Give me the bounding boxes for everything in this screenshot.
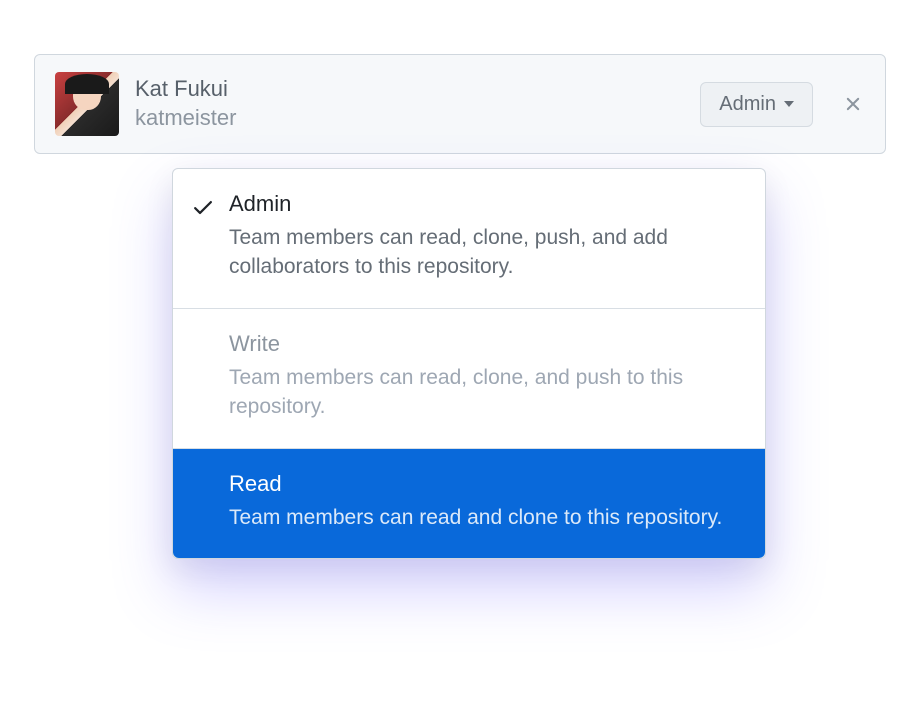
user-info: Kat Fukui katmeister <box>135 75 700 132</box>
dropdown-option-title: Read <box>229 471 739 497</box>
chevron-down-icon <box>784 101 794 107</box>
dropdown-option-admin[interactable]: Admin Team members can read, clone, push… <box>173 169 765 308</box>
role-select-label: Admin <box>719 93 776 116</box>
dropdown-option-read[interactable]: Read Team members can read and clone to … <box>173 448 765 558</box>
remove-user-button[interactable] <box>841 92 865 116</box>
dropdown-option-description: Team members can read, clone, push, and … <box>229 223 739 282</box>
user-username: katmeister <box>135 104 700 133</box>
role-select-button[interactable]: Admin <box>700 82 813 127</box>
dropdown-option-description: Team members can read and clone to this … <box>229 503 739 532</box>
avatar[interactable] <box>55 72 119 136</box>
user-display-name: Kat Fukui <box>135 75 700 104</box>
check-icon <box>191 195 215 219</box>
dropdown-option-write[interactable]: Write Team members can read, clone, and … <box>173 308 765 448</box>
user-row: Kat Fukui katmeister Admin <box>34 54 886 154</box>
dropdown-option-title: Write <box>229 331 739 357</box>
close-icon <box>842 93 864 115</box>
dropdown-option-title: Admin <box>229 191 739 217</box>
role-dropdown: Admin Team members can read, clone, push… <box>172 168 766 559</box>
dropdown-option-description: Team members can read, clone, and push t… <box>229 363 739 422</box>
